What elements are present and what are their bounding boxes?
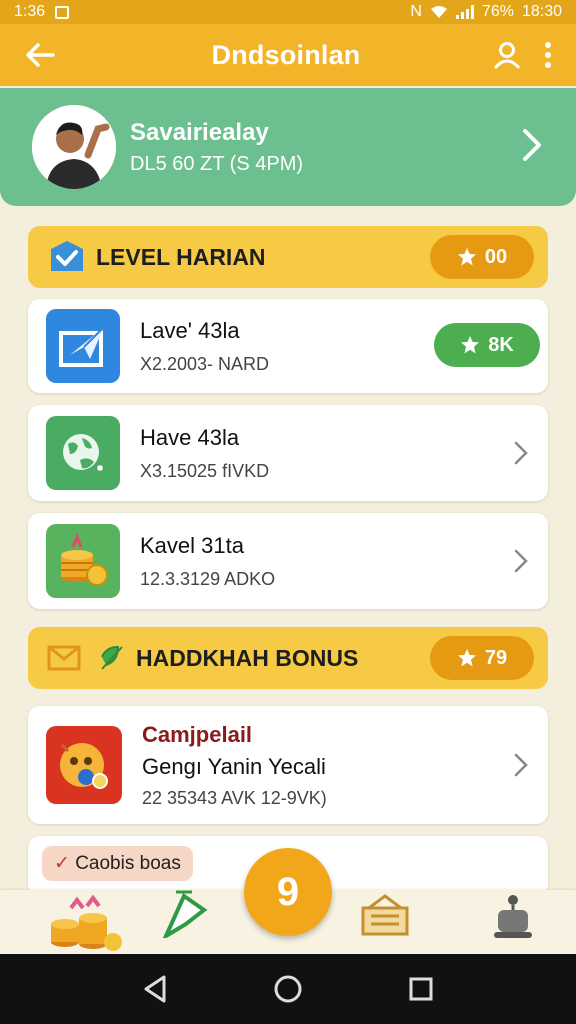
mail-icon [47, 645, 81, 671]
profile-subtitle: DL5 60 ZT (S 4PM) [130, 152, 304, 175]
robot-icon [494, 895, 532, 938]
list-item[interactable]: Have 43la X3.15025 fIVKD [28, 405, 548, 501]
check-badge-icon [51, 241, 83, 271]
list-item[interactable]: Lave' 43la X2.2003- NARD 8K [28, 299, 548, 393]
list-item[interactable]: Kavel 31ta 12.3.3129 ADKO [28, 513, 548, 609]
user-icon[interactable] [492, 40, 522, 70]
app-bar: Dndsoinlan [0, 24, 576, 86]
item-meta: X3.15025 fIVKD [140, 460, 270, 481]
nav-coins[interactable] [40, 890, 130, 954]
game-icon [46, 726, 122, 804]
page-title: Dndsoinlan [211, 39, 361, 70]
back-triangle-icon[interactable] [142, 975, 168, 1003]
coins-icon [46, 524, 120, 598]
nav-shop[interactable] [350, 890, 420, 954]
item-meta: 22 35343 AVK 12-9VK) [142, 787, 327, 808]
wifi-icon [430, 6, 447, 18]
globe-icon [46, 416, 120, 490]
item-subtitle: Gengı Yanin Yecali [142, 753, 326, 779]
claim-value: 8K [488, 333, 514, 356]
daily-section-title: LEVEL HARIAN [96, 243, 266, 270]
coins-icon [51, 894, 122, 951]
bonus-tag-label: Caobis boas [75, 853, 181, 874]
item-name: Have 43la [140, 424, 240, 450]
star-icon [461, 336, 480, 354]
chevron-right-icon [514, 441, 528, 465]
status-time-left: 1:36 [14, 3, 46, 20]
signal-icon [455, 5, 474, 19]
leaf-icon [101, 645, 123, 670]
item-meta: 12.3.3129 ADKO [140, 568, 276, 589]
daily-points-badge[interactable]: 00 [430, 235, 534, 279]
avatar [32, 105, 116, 189]
daily-section-header: LEVEL HARIAN 00 [28, 226, 548, 288]
arrow-left-icon [26, 43, 55, 67]
bonus-section-title: HADDKHAH BONUS [136, 644, 359, 671]
more-vert-icon[interactable] [544, 41, 552, 69]
bonus-points-value: 79 [484, 646, 508, 669]
claim-button[interactable]: 8K [434, 323, 540, 367]
center-action-label: 9 [276, 869, 300, 914]
basket-icon [361, 894, 409, 936]
nav-profile[interactable] [478, 890, 548, 954]
home-circle-icon[interactable] [273, 974, 303, 1004]
star-icon [457, 649, 476, 667]
list-item[interactable]: Camjpelail Gengı Yanin Yecali 22 35343 A… [28, 706, 548, 824]
system-nav-bar [0, 954, 576, 1024]
center-action-button[interactable]: 9 [244, 848, 332, 936]
bonus-tag: ✓ Caobis boas [42, 846, 193, 881]
item-name: Kavel 31ta [140, 532, 244, 558]
chevron-right-icon [514, 753, 528, 777]
chevron-right-icon [523, 129, 541, 161]
bonus-section-header: HADDKHAH BONUS 79 [28, 627, 548, 689]
chevron-right-icon [514, 549, 528, 573]
star-icon [457, 248, 476, 266]
flag-icon [161, 890, 208, 941]
profile-name: Savairiealay [130, 118, 269, 146]
status-bar: 1:36 N 76% 18:30 [0, 0, 576, 24]
item-meta: X2.2003- NARD [140, 353, 270, 374]
profile-banner[interactable]: Savairiealay DL5 60 ZT (S 4PM) [0, 88, 576, 206]
item-name: Camjpelail [142, 721, 253, 747]
level-app-icon [46, 309, 120, 383]
recents-square-icon[interactable] [408, 976, 434, 1002]
back-button[interactable] [0, 24, 80, 86]
nav-tasks[interactable] [136, 890, 236, 954]
network-icon: N [410, 3, 422, 20]
battery-level: 76% [481, 3, 514, 20]
bonus-points-badge[interactable]: 79 [430, 636, 534, 680]
daily-points-value: 00 [484, 245, 508, 268]
status-time-right: 18:30 [521, 3, 562, 20]
item-name: Lave' 43la [140, 317, 240, 343]
notification-icon [55, 5, 70, 19]
